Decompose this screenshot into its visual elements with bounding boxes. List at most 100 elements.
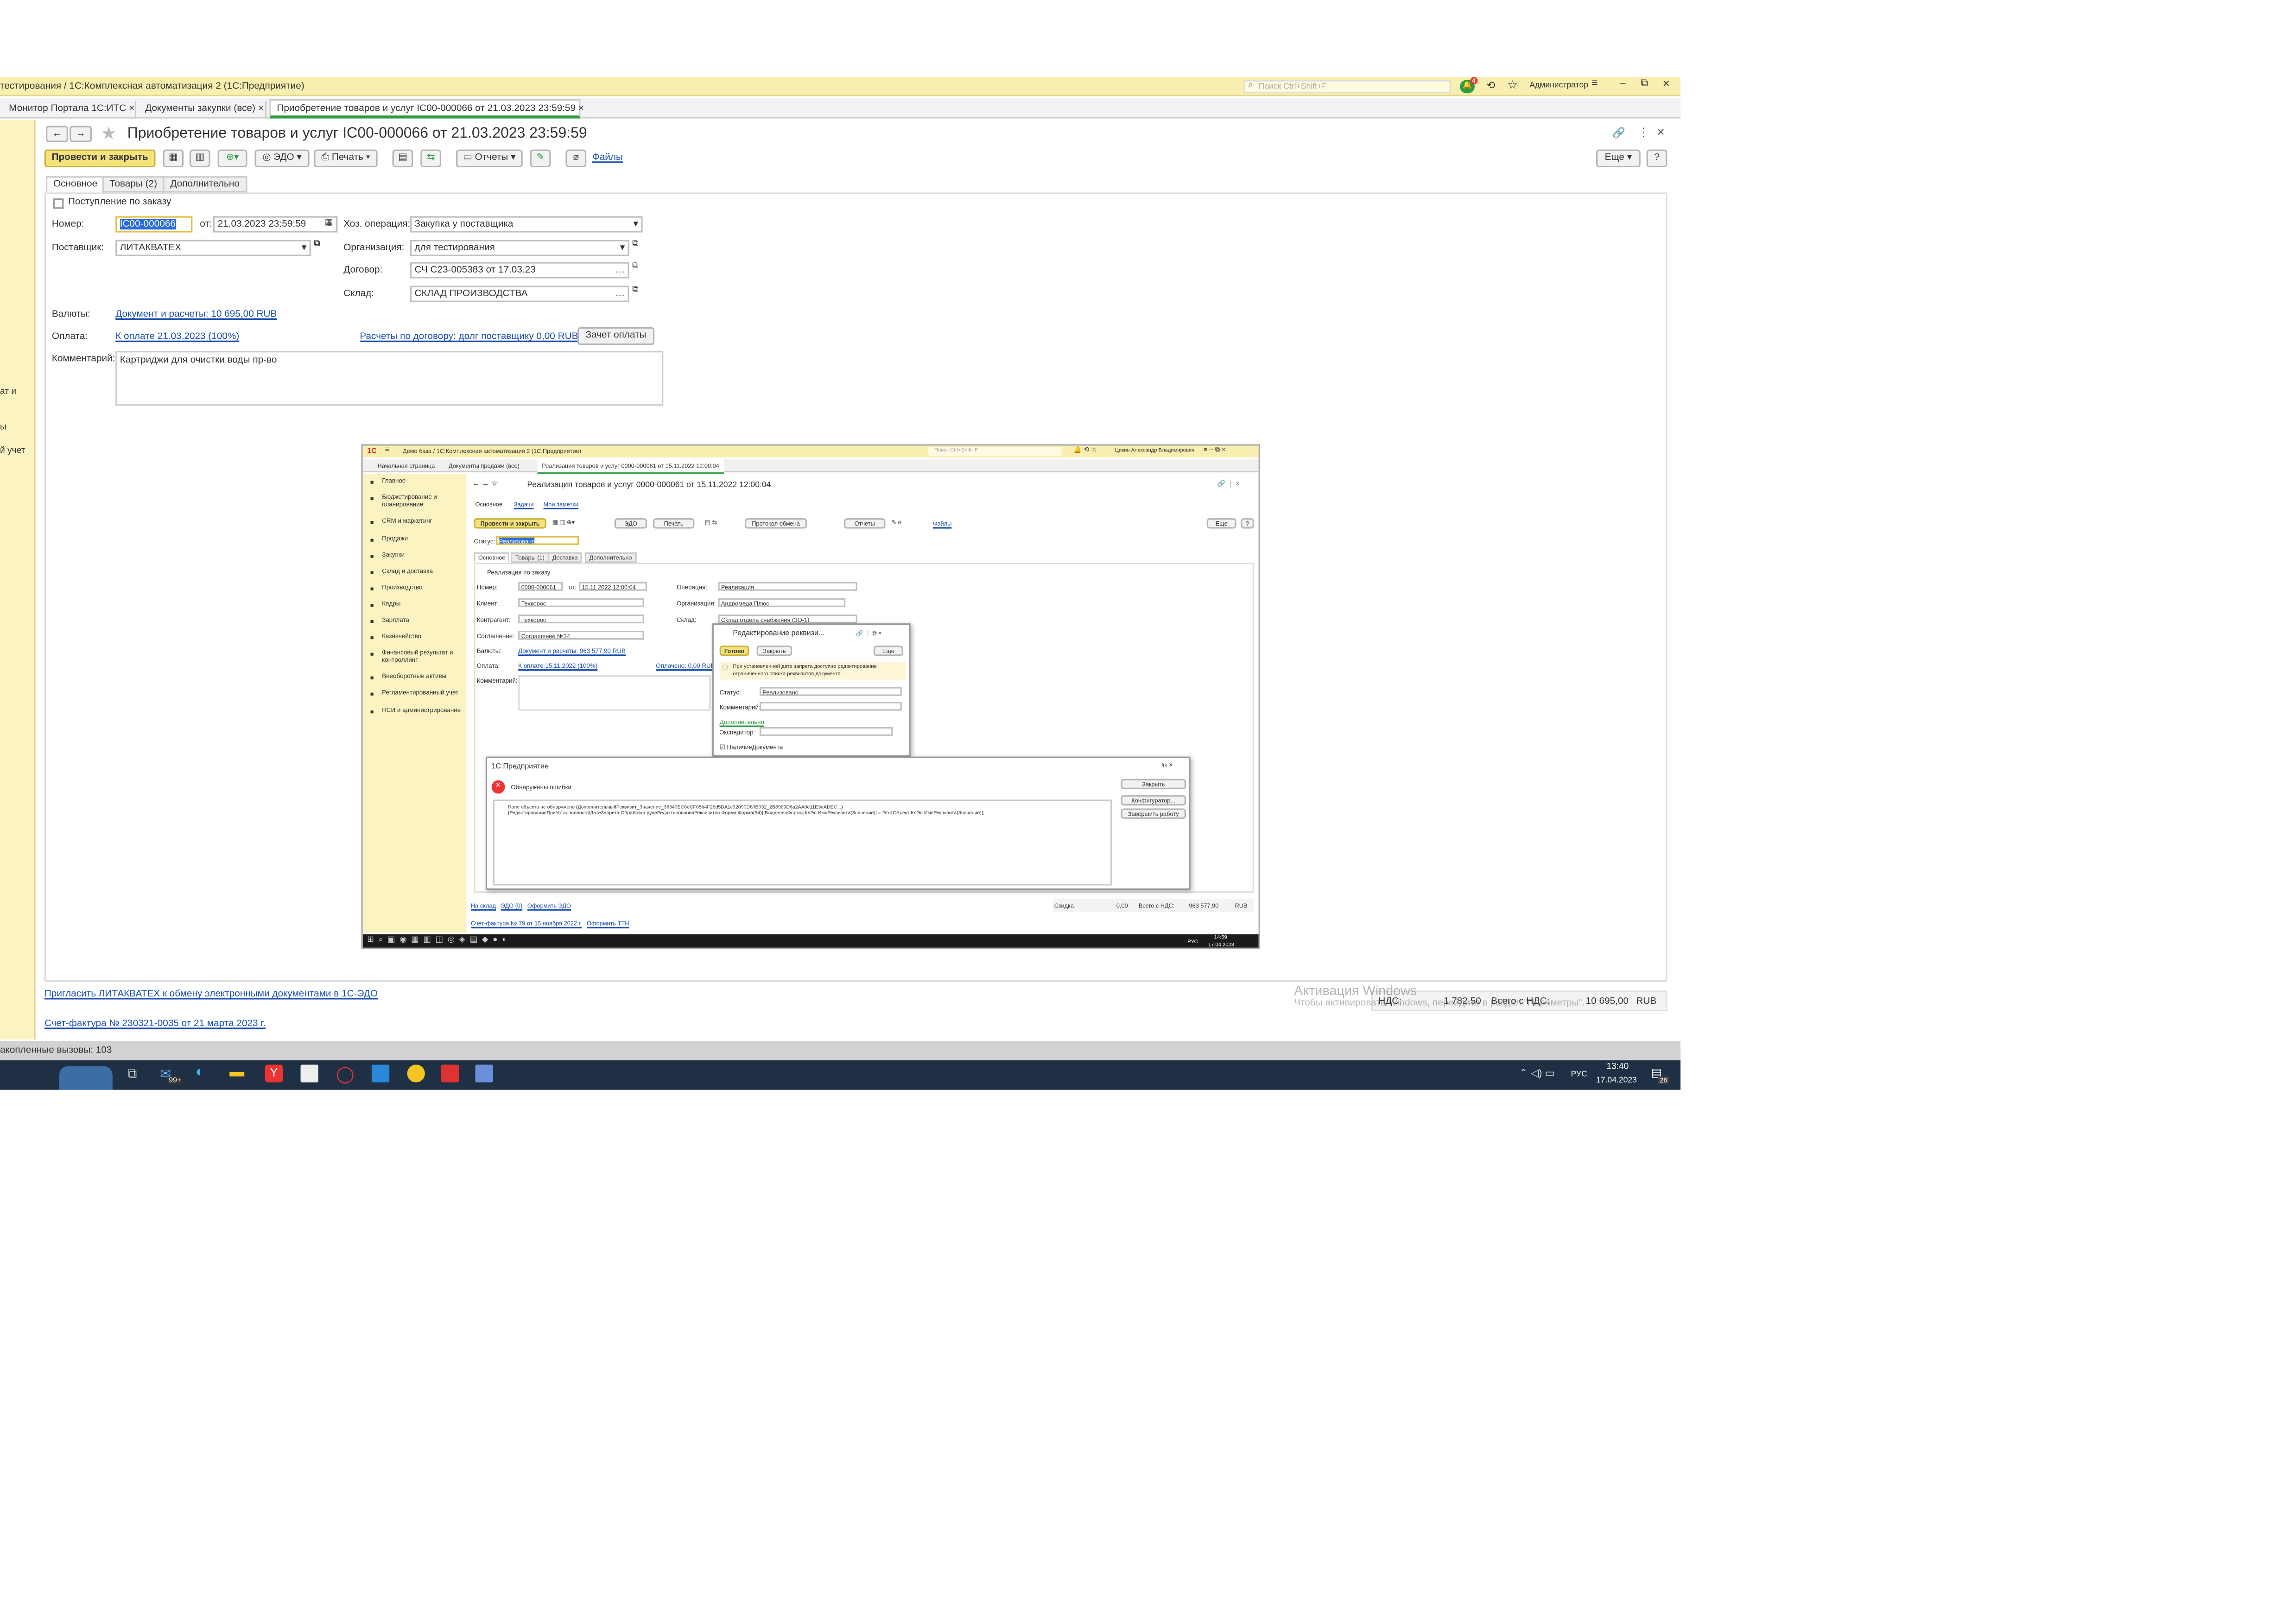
- tab-monitor[interactable]: Монитор Портала 1С:ИТС ×: [3, 101, 136, 117]
- invite-edo-link[interactable]: Пригласить ЛИТАКВАТЕХ к обмену электронн…: [44, 989, 378, 999]
- user-name[interactable]: Администратор: [1529, 82, 1588, 90]
- date-field[interactable]: 21.03.2023 23:59:59 ▦: [213, 216, 338, 233]
- debt-link[interactable]: Расчеты по договору: долг поставщику 0,0…: [360, 332, 578, 342]
- contract-field[interactable]: СЧ С23-005383 от 17.03.23 …: [410, 262, 629, 279]
- maximize-icon[interactable]: ⧉: [1641, 78, 1648, 90]
- task-view-icon[interactable]: ⧉: [127, 1066, 137, 1082]
- warehouse-value: СКЛАД ПРОИЗВОДСТВА: [414, 288, 528, 299]
- print-button[interactable]: ⎙ Печать ▾: [314, 149, 378, 168]
- tray-time[interactable]: 13:40: [1606, 1063, 1629, 1072]
- supplier-field[interactable]: ЛИТАКВАТЕХ ▾: [115, 240, 311, 256]
- yandex-icon[interactable]: Y: [265, 1065, 283, 1083]
- chevron-down-icon[interactable]: …: [615, 264, 625, 277]
- payment-link[interactable]: К оплате 21.03.2023 (100%): [115, 332, 239, 342]
- minimize-icon[interactable]: –: [1620, 78, 1625, 89]
- shot-footer-link-2: ЭДО (0): [501, 901, 523, 909]
- post-and-close-button[interactable]: Провести и закрыть: [44, 149, 156, 168]
- shot-error-finish-button: Завершить работу: [1121, 808, 1186, 818]
- shot-menu-icon: ≡: [385, 445, 389, 455]
- organization-field[interactable]: для тестирования ▾: [410, 240, 629, 256]
- document-journal-icon[interactable]: ▤: [392, 149, 413, 168]
- tray-lang[interactable]: РУС: [1571, 1071, 1587, 1079]
- global-search-input[interactable]: ⌕ Поиск Ctrl+Shift+F: [1243, 80, 1451, 94]
- tray-date[interactable]: 17.04.2023: [1596, 1077, 1637, 1085]
- shot-org-label: Организация:: [677, 599, 716, 607]
- structure-icon[interactable]: ⇆: [420, 149, 442, 168]
- close-icon[interactable]: ×: [129, 104, 134, 114]
- close-icon[interactable]: ×: [578, 104, 584, 114]
- edge-icon[interactable]: ◐: [196, 1065, 204, 1081]
- shot-sidebar-item: CRM и маркетинг: [382, 516, 432, 524]
- attach-icon[interactable]: ⌀: [565, 149, 587, 168]
- post-icon[interactable]: ▥: [189, 149, 210, 168]
- chevron-down-icon[interactable]: …: [615, 287, 625, 301]
- calendar-icon[interactable]: ▦: [325, 218, 333, 231]
- app-icon-blue[interactable]: [371, 1065, 390, 1083]
- shot-edit-status-field: Реализовано: [759, 687, 902, 696]
- shot-status-value: Реализовано: [499, 537, 535, 545]
- operation-select[interactable]: Закупка у поставщика ▾: [410, 216, 643, 233]
- tab-goods[interactable]: Товары (2): [102, 176, 165, 193]
- edit-pencil-icon[interactable]: ✎: [530, 149, 551, 168]
- contract-value: СЧ С23-005383 от 17.03.23: [414, 265, 536, 276]
- watermark-line-2: Чтобы активировать Windows, перейдите в …: [1294, 998, 1585, 1009]
- favorites-star-icon[interactable]: ☆: [1507, 78, 1518, 92]
- help-button[interactable]: ?: [1646, 149, 1667, 168]
- favorite-star-icon[interactable]: ★: [101, 123, 116, 144]
- create-based-on-icon[interactable]: ⊕▾: [217, 149, 247, 168]
- forward-button[interactable]: →: [70, 126, 92, 142]
- invoice-link[interactable]: Счет-фактура № 230321-0035 от 21 марта 2…: [44, 1019, 266, 1029]
- 1c-app-icon[interactable]: [407, 1065, 425, 1083]
- sidebar-partial-3[interactable]: й учет: [0, 447, 25, 456]
- sidebar-partial-2[interactable]: ы: [0, 424, 6, 432]
- app-icon-red[interactable]: [441, 1065, 459, 1083]
- open-link-icon[interactable]: ⧉: [632, 286, 639, 296]
- tab-current-document[interactable]: Приобретение товаров и услуг IC00-000066…: [269, 99, 584, 119]
- link-icon[interactable]: 🔗: [1612, 127, 1625, 139]
- notes-icon[interactable]: [300, 1065, 318, 1083]
- close-document-icon[interactable]: ×: [1657, 124, 1665, 139]
- more-actions-icon[interactable]: ⋮: [1637, 126, 1649, 140]
- sidebar-partial-1[interactable]: ат и: [0, 388, 16, 397]
- reports-label: Отчеты: [475, 152, 508, 163]
- history-icon[interactable]: ⟲: [1487, 80, 1496, 92]
- shot-total: 963 577,90: [1189, 901, 1219, 909]
- save-icon[interactable]: ▦: [163, 149, 184, 168]
- payment-offset-button[interactable]: Зачет оплаты: [577, 327, 655, 345]
- number-field[interactable]: IC00-000066: [115, 216, 193, 233]
- tab-main[interactable]: Основное: [46, 176, 105, 193]
- chevron-down-icon[interactable]: ▾: [620, 241, 625, 255]
- chevron-down-icon[interactable]: ▾: [634, 218, 638, 231]
- start-logo-icon[interactable]: [59, 1066, 113, 1090]
- shot-footer-link-5: Оформить ТТН: [587, 919, 629, 927]
- open-link-icon[interactable]: ⧉: [314, 240, 320, 250]
- opera-icon[interactable]: ◯: [336, 1065, 354, 1084]
- settings-menu-icon[interactable]: ≡: [1591, 78, 1598, 89]
- comment-textarea[interactable]: Картриджи для очистки воды пр-во: [115, 351, 664, 406]
- edo-button[interactable]: ◎ ЭДО ▾: [254, 149, 310, 168]
- shot-error-title: 1С:Предприятие: [491, 762, 549, 772]
- currency-link[interactable]: Документ и расчеты: 10 695,00 RUB: [115, 310, 277, 320]
- app-icon-multi[interactable]: [475, 1065, 493, 1083]
- shot-error-line-1: Поле объекта не обнаружено (Дополнительн…: [507, 804, 843, 810]
- close-icon[interactable]: ×: [258, 104, 264, 114]
- shot-sidebar-icon: ■: [370, 708, 374, 716]
- shot-payment-link-2: Оплачено: 0,00 RUB: [656, 662, 715, 670]
- tab-purchase-docs[interactable]: Документы закупки (все) ×: [139, 101, 267, 117]
- tray-icons[interactable]: ⌃ ◁) ▭: [1519, 1067, 1555, 1079]
- reports-button[interactable]: ▭ Отчеты ▾: [456, 149, 523, 168]
- tab-additional[interactable]: Дополнительно: [163, 176, 247, 193]
- open-link-icon[interactable]: ⧉: [632, 240, 639, 250]
- more-button[interactable]: Еще ▾: [1596, 149, 1641, 168]
- by-order-checkbox[interactable]: [53, 198, 64, 209]
- close-window-icon[interactable]: ×: [1663, 77, 1670, 90]
- shot-edit-controls-icon: 🔗 ⋮ ⧉ ×: [856, 629, 882, 637]
- open-link-icon[interactable]: ⧉: [632, 262, 639, 272]
- shot-sidebar-icon: ■: [370, 518, 374, 526]
- warehouse-field[interactable]: СКЛАД ПРОИЗВОДСТВА …: [410, 285, 629, 302]
- back-button[interactable]: ←: [46, 126, 68, 142]
- chevron-down-icon[interactable]: ▾: [302, 241, 306, 255]
- explorer-icon[interactable]: ▬: [229, 1065, 244, 1081]
- shot-status-label: Статус:: [474, 537, 495, 545]
- files-link[interactable]: Файлы: [592, 152, 623, 163]
